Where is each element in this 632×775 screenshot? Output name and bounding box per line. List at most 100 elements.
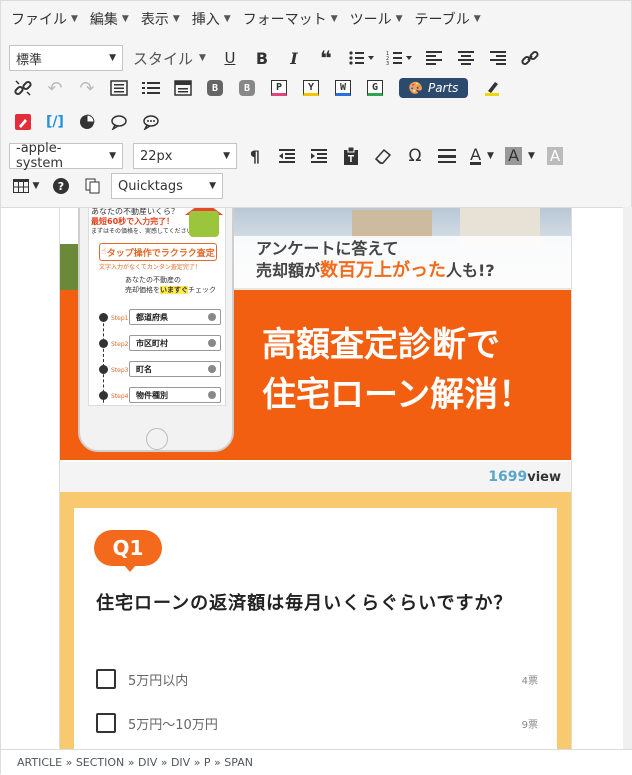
simple-list-button[interactable] [137,74,165,102]
button-w[interactable]: W [329,74,357,102]
menu-insert[interactable]: 挿入 ▼ [192,9,231,29]
box-list-button[interactable] [105,74,133,102]
button-p[interactable]: P [265,74,293,102]
chevron-down-icon: ▼ [109,151,116,161]
indent-button[interactable] [305,142,333,170]
align-right-button[interactable] [484,44,512,72]
paragraph-button[interactable]: ¶ [241,142,269,170]
numbered-list-button[interactable]: 123 [382,44,416,72]
button-y[interactable]: Y [297,74,325,102]
bg-color-button[interactable]: A ▼ [503,142,537,170]
menu-label: 編集 [89,12,118,28]
step-dot [99,339,108,348]
menu-label: ツール [349,12,392,28]
bold-button[interactable]: B [248,44,276,72]
bg-color-icon: A [505,147,523,165]
step-label: Step1 [111,315,129,322]
hero-house [352,210,432,238]
parts-button[interactable]: 🎨 Parts [399,78,469,98]
view-count: 1699 [488,469,528,485]
button-b2[interactable]: B [233,74,261,102]
check-icon [208,391,216,399]
numbered-list-icon: 123 [386,51,412,66]
parts-label: Parts [427,81,459,95]
insert-link-button[interactable] [516,44,544,72]
phone-tap-text: タップ操作でラクラク査定 [106,248,215,259]
red-marker-button[interactable] [9,108,37,136]
palette-icon: 🎨 [407,81,422,95]
hero-subtitle-line1: アンケートに答えて [256,239,399,258]
eraser-icon [374,148,392,164]
speech-bubble-dots-button[interactable] [137,108,165,136]
menu-edit[interactable]: 編集 ▼ [90,9,129,29]
speech-bubble-button[interactable] [105,108,133,136]
block-format-select[interactable]: 標準 ▼ [9,45,123,71]
chevron-down-icon: ▼ [330,14,338,24]
help-button[interactable]: ? [47,172,75,200]
speech-bubble-icon [111,115,127,130]
editor-content[interactable]: アンケートに答えて 売却額が数百万上がった人も!? 高額査定診断で 住宅ローン解… [1,207,632,749]
quicktags-value: Quicktags [118,178,183,194]
menu-file[interactable]: ファイル ▼ [11,9,78,29]
phone-sub-text-2: まずはその価格を、実感してください [91,228,193,235]
quiz-option[interactable]: 5万円〜10万円 9票 [96,710,538,736]
font-family-select[interactable]: -apple-system ▼ [9,141,123,171]
phone-question-text: 売却価格を [125,286,160,294]
menu-format[interactable]: フォーマット ▼ [243,9,338,29]
highlight-button[interactable]: A [541,142,569,170]
unlink-button[interactable] [9,74,37,102]
align-left-icon [425,51,442,65]
redo-button[interactable]: ↷ [73,74,101,102]
marker-button[interactable] [478,74,506,102]
chevron-down-icon: ▼ [71,14,78,24]
italic-button[interactable]: I [280,44,308,72]
hero-subtitle-text: 人も!? [446,261,495,280]
check-icon [208,365,216,373]
shortcode-button[interactable]: [/] [41,108,69,136]
chevron-down-icon: ▼ [487,151,494,161]
table-box-button[interactable] [169,74,197,102]
scrollbar[interactable] [623,207,632,749]
pie-chart-button[interactable] [73,108,101,136]
menu-table[interactable]: テーブル ▼ [415,9,481,29]
step-label: Step3 [111,367,129,374]
blockquote-button[interactable]: ❝ [312,44,340,72]
hero-subtitle-text: 売却額が [256,261,321,280]
menu-view[interactable]: 表示 ▼ [141,9,180,29]
editor-frame: ファイル ▼ 編集 ▼ 表示 ▼ 挿入 ▼ フォーマット ▼ ツール ▼ テーブル ▼ 標準 ▼… [0,0,632,775]
hero-title-line1: 高額査定診断で [262,325,500,365]
hero-subtitle: アンケートに答えて 売却額が数百万上がった人も!? [256,238,495,282]
paste-text-button[interactable] [337,142,365,170]
copy-button[interactable] [79,172,107,200]
font-size-select[interactable]: 22px ▼ [133,143,237,169]
quiz-option[interactable]: 5万円以内 4票 [96,666,538,692]
undo-button[interactable]: ↶ [41,74,69,102]
align-right-icon [489,51,506,65]
style-select[interactable]: スタイル ▼ [127,48,212,69]
element-path[interactable]: ARTICLE » SECTION » DIV » DIV » P » SPAN [17,756,253,769]
clear-format-button[interactable] [369,142,397,170]
toolbar-row-1: 標準 ▼ スタイル ▼ U B I ❝ 123 [9,43,544,73]
phone-tap-subtext: 文字入力がなくてカンタン査定完了！ [99,264,201,271]
button-b1[interactable]: B [201,74,229,102]
quicktags-select[interactable]: Quicktags ▼ [111,173,223,199]
hero-subtitle-line2: 売却額が数百万上がった人も!? [256,260,495,282]
blue-tag-icon: W [335,80,351,96]
menu-label: 表示 [140,12,169,28]
menu-tools[interactable]: ツール ▼ [350,9,403,29]
outdent-button[interactable] [273,142,301,170]
checkbox[interactable] [96,669,116,689]
align-left-button[interactable] [420,44,448,72]
text-color-button[interactable]: A ▼ [465,142,499,170]
special-char-button[interactable]: Ω [401,142,429,170]
table-icon [12,179,29,193]
horizontal-rule-button[interactable] [433,142,461,170]
button-g[interactable]: G [361,74,389,102]
checkbox[interactable] [96,713,116,733]
bullet-list-button[interactable] [344,44,378,72]
underline-button[interactable]: U [216,44,244,72]
table-button[interactable]: ▼ [9,172,43,200]
align-center-button[interactable] [452,44,480,72]
hero-title: 高額査定診断で 住宅ローン解消！ [262,320,532,420]
step-dot [99,365,108,374]
